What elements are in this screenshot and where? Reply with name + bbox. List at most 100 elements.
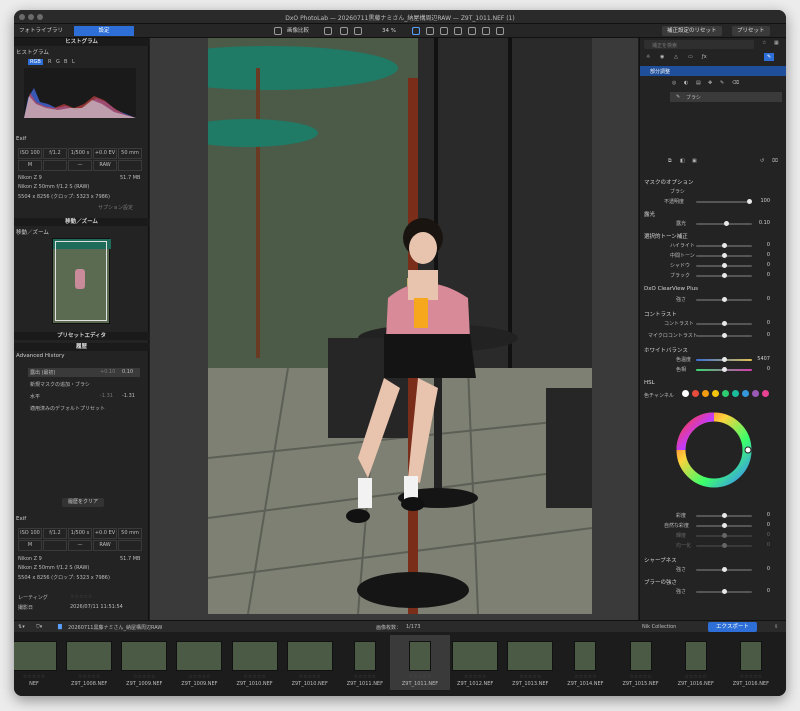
hsl-swatch[interactable] — [702, 390, 709, 397]
filmstrip-thumbnail[interactable]: ☆☆☆☆☆ Z9T_1014.NEF — [555, 635, 615, 690]
thumbnail-rating[interactable]: ☆☆☆☆☆ — [555, 674, 615, 680]
rotate-icon[interactable] — [412, 27, 420, 35]
image-canvas[interactable] — [150, 38, 638, 620]
clearview-header[interactable]: DxO ClearView Plus — [644, 286, 698, 292]
preset-button[interactable]: プリセット — [732, 26, 770, 36]
main-photo[interactable] — [208, 38, 592, 614]
saturation-slider[interactable] — [696, 513, 752, 518]
highlights-slider[interactable] — [696, 243, 752, 248]
graduated-filter-icon[interactable]: ▤ — [696, 80, 701, 86]
hsl-swatch[interactable] — [762, 390, 769, 397]
contrast-header[interactable]: コントラスト — [644, 310, 677, 318]
history-header[interactable]: 履歴 — [14, 343, 149, 351]
nik-collection-button[interactable]: Nik Collection — [642, 624, 676, 630]
hsl-swatch[interactable] — [692, 390, 699, 397]
filter-icon[interactable]: ⛉▾ — [36, 624, 42, 630]
compare-button[interactable]: 画像比較 — [284, 26, 312, 36]
clear-history-button[interactable]: 履歴をクリア — [62, 498, 105, 507]
sharpness-value[interactable]: 0 — [756, 566, 770, 572]
temperature-slider[interactable] — [696, 357, 752, 362]
geometry-tab-icon[interactable]: ▭ — [688, 54, 693, 60]
histogram-subheader[interactable]: ヒストグラム — [16, 48, 49, 56]
grid-view-icon[interactable]: ▦ — [774, 40, 779, 46]
filmstrip-thumbnail[interactable]: ☆☆☆☆☆ Z9T_1010.NEF — [225, 635, 285, 690]
mask-settings-icon[interactable]: ▣ — [692, 158, 697, 164]
preset-editor-header[interactable]: プリセットエディタ — [14, 332, 149, 340]
thumbnail-rating[interactable]: ☆☆☆☆☆ — [14, 674, 64, 680]
channel-g[interactable]: G — [56, 59, 60, 65]
sort-icon[interactable]: ⇅▾ — [18, 624, 25, 630]
sharpness-header[interactable]: シャープネス — [644, 556, 677, 564]
filmstrip-thumbnail[interactable]: ☆☆☆☆☆ Z9T_1015.NEF — [611, 635, 671, 690]
hsl-swatch[interactable] — [722, 390, 729, 397]
straighten-icon[interactable] — [426, 27, 434, 35]
sharpness-slider[interactable] — [696, 567, 752, 572]
tab-library[interactable]: フォトライブラリ — [16, 26, 66, 36]
shadows-slider[interactable] — [696, 263, 752, 268]
filmstrip-thumbnail[interactable]: ☆☆☆☆☆ Z9T_1009.NEF — [169, 635, 229, 690]
clearview-slider[interactable] — [696, 297, 752, 302]
filmstrip-thumbnail[interactable]: ☆☆☆☆☆ Z9T_1011.NEF — [390, 635, 450, 690]
filmstrip-thumbnail[interactable]: ☆☆☆☆☆ Z9T_1009.NEF — [114, 635, 174, 690]
move-zoom-header[interactable]: 移動／ズーム — [14, 218, 149, 226]
thumbnail-rating[interactable]: ☆☆☆☆☆ — [114, 674, 174, 680]
filmstrip-thumbnail[interactable]: ☆☆☆☆☆ Z9T_1011.NEF — [335, 635, 395, 690]
filmstrip-thumbnail[interactable]: ☆☆☆☆☆ Z9T_1016.NEF — [666, 635, 726, 690]
tab-customize[interactable]: 設定 — [74, 26, 134, 36]
view-icon[interactable] — [324, 27, 332, 35]
hsl-color-wheel[interactable] — [674, 410, 754, 490]
thumbnail-rating[interactable]: ☆☆☆☆☆ — [390, 674, 450, 680]
hsl-header[interactable]: HSL — [644, 380, 655, 386]
detail-tab-icon[interactable]: △ — [674, 54, 678, 60]
options-link[interactable]: サプション設定 — [98, 204, 133, 211]
light-tab-icon[interactable]: ☼ — [646, 54, 650, 60]
hsl-swatch[interactable] — [712, 390, 719, 397]
channel-l[interactable]: L — [72, 59, 75, 65]
control-point-icon[interactable]: ◐ — [684, 80, 688, 86]
hsl-swatch[interactable] — [682, 390, 689, 397]
blur-header[interactable]: ブラーの強さ — [644, 578, 677, 586]
export-button[interactable]: エクスポート — [708, 622, 757, 632]
midtones-slider[interactable] — [696, 253, 752, 258]
thumbnail-rating[interactable]: ☆☆☆☆☆ — [225, 674, 285, 680]
thumbnail-rating[interactable]: ☆☆☆☆☆ — [666, 674, 726, 680]
filmstrip-thumbnail[interactable]: ☆☆☆☆☆ Z9T_1012.NEF — [445, 635, 505, 690]
hsl-swatch[interactable] — [742, 390, 749, 397]
crop-icon[interactable] — [340, 27, 348, 35]
uniformity-slider[interactable] — [696, 543, 752, 548]
repair-icon[interactable] — [454, 27, 462, 35]
exposure-value[interactable]: 0.10 — [756, 220, 770, 226]
microcontrast-slider[interactable] — [696, 333, 752, 338]
history-item[interactable]: 新規マスクの追加・ブラシ — [28, 380, 140, 389]
filmstrip-thumbnail[interactable]: ☆☆☆☆☆ NEF — [14, 635, 64, 690]
histogram-header[interactable]: ヒストグラム — [14, 38, 149, 46]
local-adjust-header[interactable]: 部分調整 — [640, 66, 786, 76]
channel-b[interactable]: B — [64, 59, 67, 65]
thumbnail-rating[interactable]: ☆☆☆☆☆ — [280, 674, 340, 680]
zoom-select[interactable]: 34 % — [379, 26, 399, 36]
opacity-slider[interactable] — [696, 199, 752, 204]
thumbnail-rating[interactable]: ☆☆☆☆☆ — [721, 674, 781, 680]
brush-tool-icon[interactable]: ✎ — [720, 80, 724, 86]
luminance-slider[interactable] — [696, 533, 752, 538]
thumbnail-rating[interactable]: ☆☆☆☆☆ — [335, 674, 395, 680]
trash-icon[interactable]: ⌧ — [772, 158, 778, 164]
reset-adjustments-button[interactable]: 補正設定のリセット — [662, 26, 722, 36]
exposure-slider[interactable] — [696, 221, 752, 226]
color-tab-icon[interactable]: ◉ — [660, 54, 664, 60]
contrast-slider[interactable] — [696, 321, 752, 326]
auto-mask-icon[interactable]: ✥ — [708, 80, 712, 86]
rating-stars[interactable]: ☆☆☆☆☆ — [70, 594, 92, 600]
eraser-icon[interactable]: ⌫ — [732, 80, 739, 86]
exposure-header[interactable]: 露光 — [644, 210, 655, 218]
share-icon[interactable]: ⇪ — [774, 624, 778, 630]
mask-list-item[interactable]: ✎ ブラシ — [670, 92, 782, 102]
thumbnail-rating[interactable]: ☆☆☆☆☆ — [169, 674, 229, 680]
invert-mask-icon[interactable]: ◧ — [680, 158, 685, 164]
opacity-value[interactable]: 100 — [756, 198, 770, 204]
folder-icon[interactable]: ▇ — [58, 624, 62, 630]
clearview-value[interactable]: 0 — [756, 296, 770, 302]
mask-visible-icon[interactable]: ◎ — [672, 80, 676, 86]
hsl-swatch[interactable] — [752, 390, 759, 397]
perspective-icon[interactable] — [440, 27, 448, 35]
